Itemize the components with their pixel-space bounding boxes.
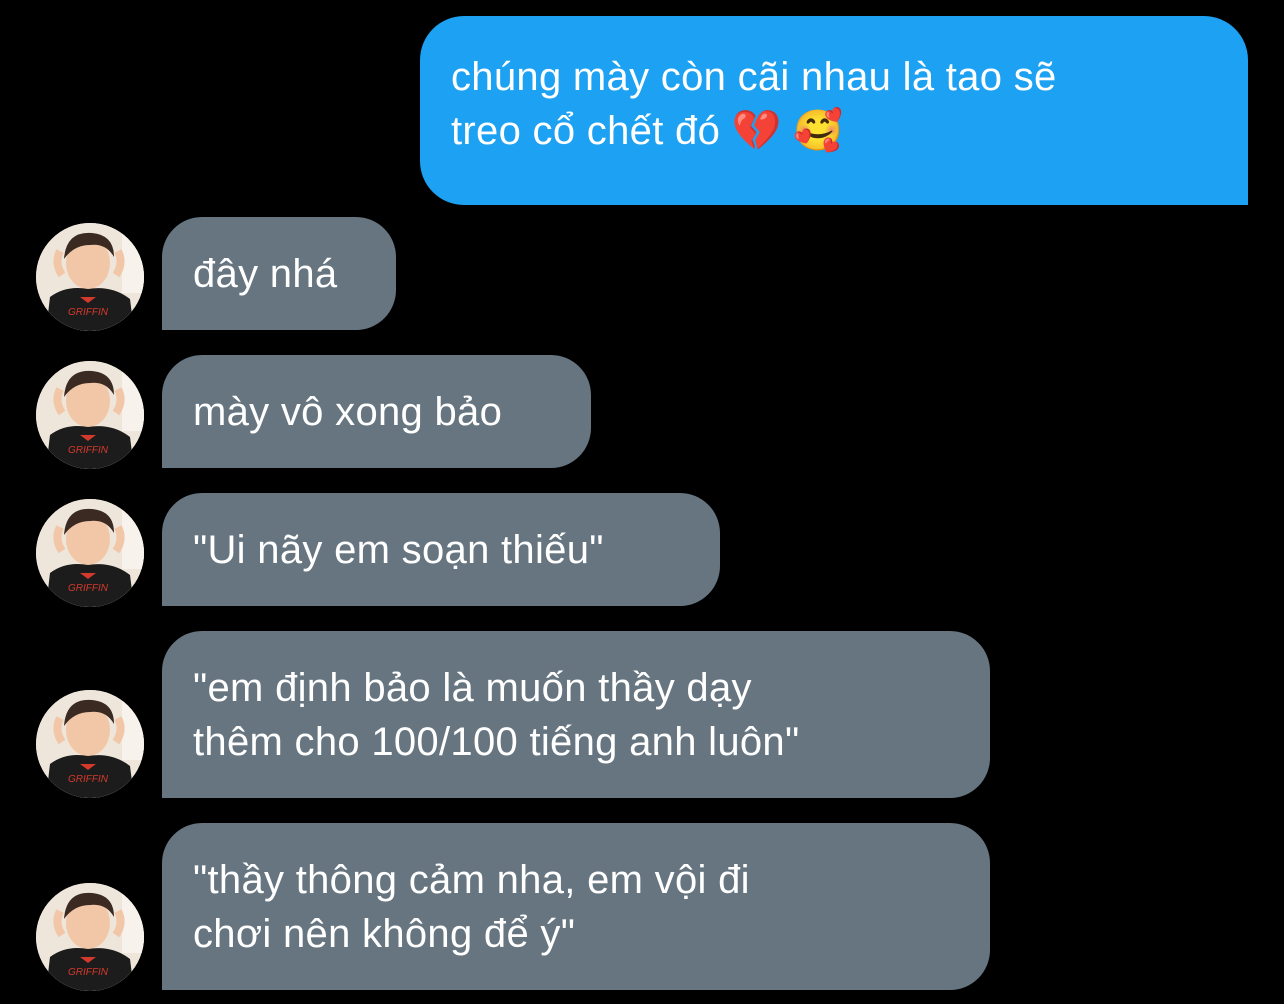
avatar[interactable]: GRIFFIN bbox=[36, 883, 144, 991]
sent-message[interactable]: chúng mày còn cãi nhau là tao sẽ treo cổ… bbox=[420, 16, 1248, 205]
received-message[interactable]: "Ui nãy em soạn thiếu" bbox=[162, 493, 720, 606]
received-message[interactable]: mày vô xong bảo bbox=[162, 355, 591, 468]
avatar-photo: GRIFFIN bbox=[36, 690, 144, 798]
avatar-jersey-text: GRIFFIN bbox=[68, 967, 109, 978]
received-message[interactable]: "thầy thông cảm nha, em vội đi chơi nên … bbox=[162, 823, 990, 990]
avatar-photo: GRIFFIN bbox=[36, 883, 144, 991]
avatar-jersey-text: GRIFFIN bbox=[68, 774, 109, 785]
avatar[interactable]: GRIFFIN bbox=[36, 361, 144, 469]
avatar-photo: GRIFFIN bbox=[36, 223, 144, 331]
avatar[interactable]: GRIFFIN bbox=[36, 499, 144, 607]
avatar-photo: GRIFFIN bbox=[36, 499, 144, 607]
received-message[interactable]: "em định bảo là muốn thầy dạy thêm cho 1… bbox=[162, 631, 990, 798]
avatar-jersey-text: GRIFFIN bbox=[68, 583, 109, 594]
avatar-jersey-text: GRIFFIN bbox=[68, 445, 109, 456]
avatar[interactable]: GRIFFIN bbox=[36, 690, 144, 798]
avatar-photo: GRIFFIN bbox=[36, 361, 144, 469]
avatar[interactable]: GRIFFIN bbox=[36, 223, 144, 331]
avatar-jersey-text: GRIFFIN bbox=[68, 307, 109, 318]
received-message[interactable]: đây nhá bbox=[162, 217, 396, 330]
